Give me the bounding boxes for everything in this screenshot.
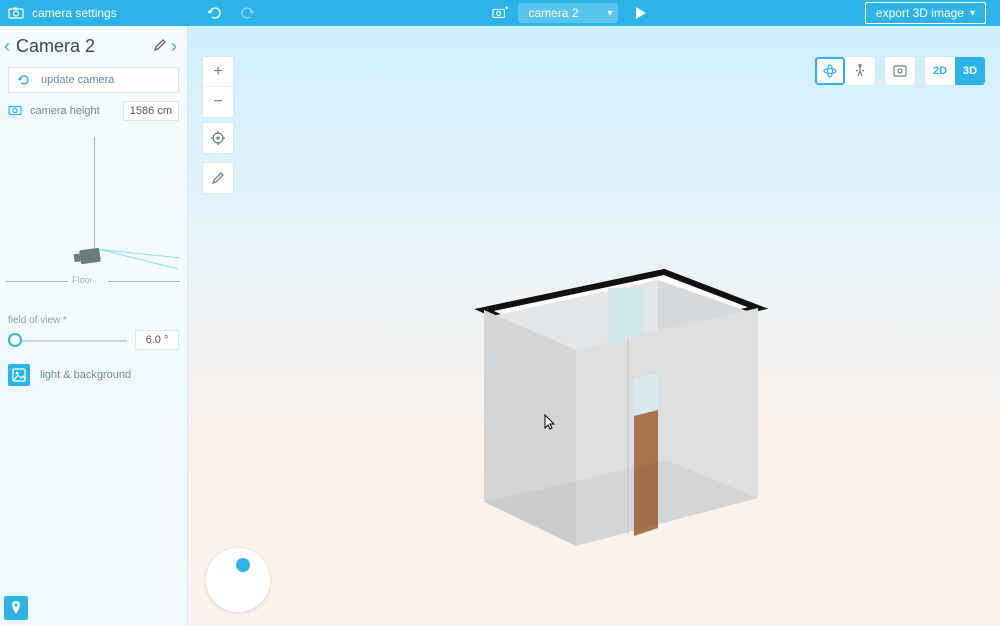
image-icon: [8, 364, 30, 386]
camera-elevation-viz[interactable]: Floor: [0, 131, 187, 311]
prev-camera-button[interactable]: ‹: [4, 36, 10, 57]
zoom-in-button[interactable]: +: [203, 57, 233, 87]
recenter-tool: [202, 122, 234, 154]
camera-icon: [8, 5, 24, 21]
add-camera-icon[interactable]: [492, 5, 508, 21]
panel-title: camera settings: [32, 6, 117, 20]
rename-camera-icon[interactable]: [153, 38, 167, 55]
fov-track: [8, 340, 127, 342]
cursor-icon: [544, 414, 558, 433]
mode-2d-button[interactable]: 2D: [925, 57, 955, 85]
edit-button[interactable]: [203, 163, 233, 193]
redo-icon[interactable]: [240, 5, 256, 21]
chevron-down-icon: ▾: [970, 8, 975, 19]
next-camera-button[interactable]: ›: [171, 36, 177, 57]
topbar-right: export 3D image ▾: [865, 2, 1000, 24]
viz-camera-icon[interactable]: [79, 248, 101, 265]
fov-value[interactable]: 6.0 °: [135, 330, 179, 350]
light-background-label: light & background: [40, 369, 131, 381]
view-controls: 2D 3D: [814, 56, 986, 86]
camera-height-icon: [8, 103, 24, 120]
fp-mode-group: [884, 56, 916, 86]
update-camera-button[interactable]: update camera: [8, 67, 179, 93]
sidebar: ‹ Camera 2 › update camera camera height…: [0, 26, 188, 626]
viz-beam: [100, 249, 178, 269]
undo-icon[interactable]: [206, 5, 222, 21]
topbar-center: camera 2: [188, 0, 865, 26]
first-person-button[interactable]: [885, 57, 915, 85]
viz-floor-label: Floor: [72, 275, 93, 285]
fov-handle[interactable]: [8, 333, 22, 347]
dimension-toggle: 2D 3D: [924, 56, 986, 86]
camera-height-label: camera height: [30, 105, 100, 117]
camera-header: ‹ Camera 2 ›: [0, 26, 187, 65]
nav-mode-group: [814, 56, 876, 86]
export-button[interactable]: export 3D image ▾: [865, 2, 986, 24]
viz-floor: [6, 281, 68, 282]
mode-3d-button[interactable]: 3D: [955, 57, 985, 85]
export-button-label: export 3D image: [876, 6, 964, 20]
camera-height-value[interactable]: 1586 cm: [123, 101, 179, 121]
orbit-mode-button[interactable]: [815, 57, 845, 85]
camera-dropdown[interactable]: camera 2: [518, 3, 618, 23]
location-pin-button[interactable]: [4, 596, 28, 620]
sidebar-bottom: [0, 590, 187, 626]
room-model: [468, 250, 768, 550]
edit-tool: [202, 162, 234, 194]
viewport-3d[interactable]: + −: [188, 26, 1000, 626]
viz-beam: [100, 249, 180, 258]
fov-row: 6.0 °: [8, 330, 179, 350]
light-background-button[interactable]: light & background: [8, 364, 179, 386]
refresh-icon: [15, 71, 33, 89]
play-button[interactable]: [636, 7, 646, 19]
minimap[interactable]: [206, 548, 270, 612]
topbar-left: camera settings: [0, 0, 188, 26]
camera-name: Camera 2: [14, 36, 149, 57]
update-camera-label: update camera: [41, 74, 114, 86]
fov-section: field of view * 6.0 °: [0, 315, 187, 350]
zoom-out-button[interactable]: −: [203, 87, 233, 117]
recenter-button[interactable]: [203, 123, 233, 153]
zoom-tools: + −: [202, 56, 234, 118]
camera-dropdown-label: camera 2: [528, 6, 578, 20]
topbar: camera settings camera 2 export 3D image…: [0, 0, 1000, 26]
camera-height-row: camera height 1586 cm: [8, 101, 179, 121]
fov-label: field of view *: [8, 315, 179, 326]
main: ‹ Camera 2 › update camera camera height…: [0, 26, 1000, 626]
viz-vertical-line: [94, 137, 95, 252]
walk-mode-button[interactable]: [845, 57, 875, 85]
fov-slider[interactable]: [8, 332, 127, 348]
viz-floor: [108, 281, 180, 282]
